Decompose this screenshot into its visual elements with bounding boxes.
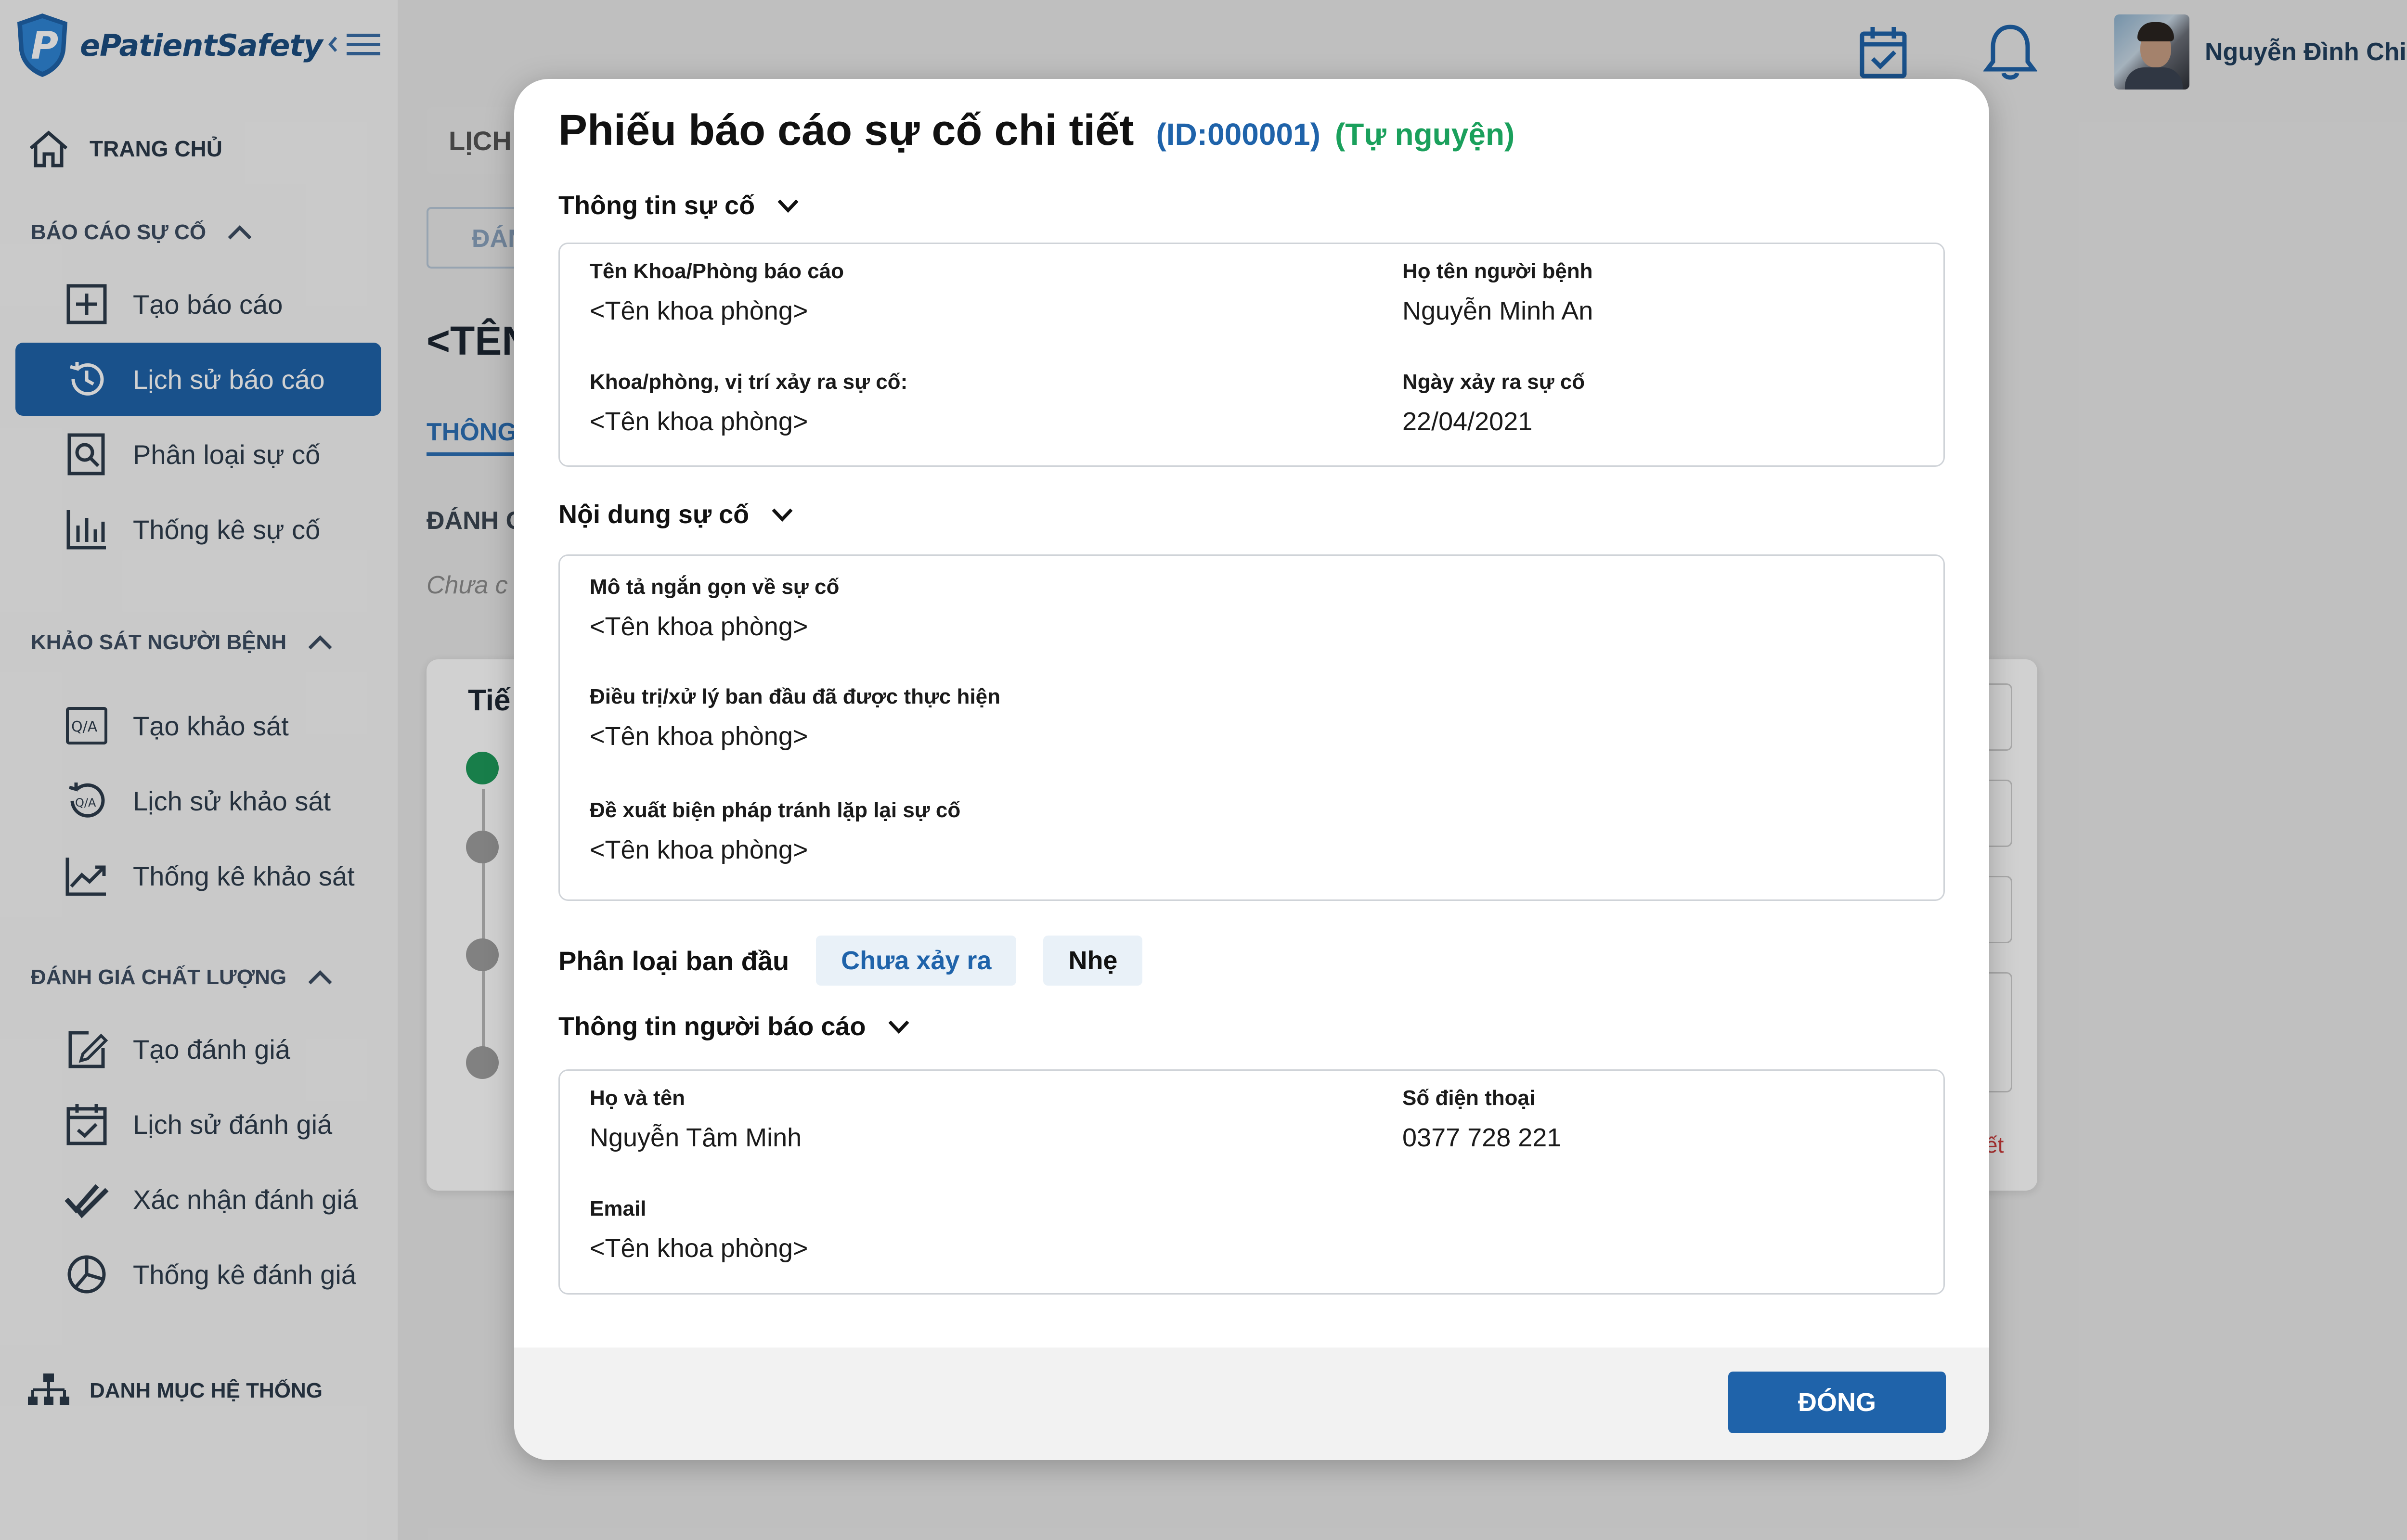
field-label: Tên Khoa/Phòng báo cáo (590, 259, 844, 283)
field-value: <Tên khoa phòng> (590, 296, 808, 325)
field-label: Mô tả ngắn gọn về sự cố (590, 575, 840, 599)
field-value: <Tên khoa phòng> (590, 612, 808, 641)
field-value: <Tên khoa phòng> (590, 722, 808, 751)
field-value: Nguyễn Tâm Minh (590, 1123, 802, 1152)
section-content-toggle[interactable]: Nội dung sự cố (558, 500, 794, 529)
field-label: Họ tên người bệnh (1402, 259, 1593, 283)
incident-content-box: Mô tả ngắn gọn về sự cố <Tên khoa phòng>… (558, 554, 1945, 901)
field-label: Khoa/phòng, vị trí xảy ra sự cố: (590, 370, 908, 394)
field-label: Điều trị/xử lý ban đầu đã được thực hiện (590, 685, 1000, 708)
section-title: Thông tin sự cố (558, 191, 755, 220)
field-label: Email (590, 1197, 647, 1220)
report-id: (ID:000001) (1156, 117, 1320, 152)
field-value: 22/04/2021 (1402, 407, 1533, 436)
report-type-badge: (Tự nguyện) (1334, 117, 1515, 152)
reporter-info-box: Họ và tên Nguyễn Tâm Minh Số điện thoại … (558, 1069, 1945, 1295)
classification-chip[interactable]: Nhẹ (1043, 936, 1143, 986)
section-title: Thông tin người báo cáo (558, 1012, 866, 1041)
field-label: Ngày xảy ra sự cố (1402, 370, 1585, 394)
section-reporter-toggle[interactable]: Thông tin người báo cáo (558, 1012, 911, 1041)
initial-classification: Phân loại ban đầu Chưa xảy ra Nhẹ (558, 936, 1143, 986)
field-value: <Tên khoa phòng> (590, 835, 808, 864)
incident-detail-modal: Phiếu báo cáo sự cố chi tiết (ID:000001)… (514, 79, 1989, 1460)
modal-title: Phiếu báo cáo sự cố chi tiết (558, 106, 1134, 154)
field-label: Số điện thoại (1402, 1086, 1536, 1110)
close-button[interactable]: ĐÓNG (1728, 1372, 1946, 1433)
section-title: Nội dung sự cố (558, 500, 750, 529)
classification-chip[interactable]: Chưa xảy ra (816, 936, 1017, 986)
chevron-down-icon (888, 1020, 909, 1034)
chevron-down-icon (772, 508, 793, 522)
field-label: Họ và tên (590, 1086, 686, 1110)
field-value: <Tên khoa phòng> (590, 1234, 808, 1263)
field-value: <Tên khoa phòng> (590, 407, 808, 436)
modal-footer: ĐÓNG (514, 1348, 1989, 1460)
section-incident-info-toggle[interactable]: Thông tin sự cố (558, 191, 800, 220)
field-value: Nguyễn Minh An (1402, 296, 1593, 325)
modal-header: Phiếu báo cáo sự cố chi tiết (ID:000001)… (558, 106, 1514, 155)
field-label: Đề xuất biện pháp tránh lặp lại sự cố (590, 798, 961, 822)
chevron-down-icon (777, 199, 799, 213)
classification-label: Phân loại ban đầu (558, 945, 789, 976)
field-value: 0377 728 221 (1402, 1123, 1562, 1152)
incident-info-box: Tên Khoa/Phòng báo cáo <Tên khoa phòng> … (558, 243, 1945, 467)
